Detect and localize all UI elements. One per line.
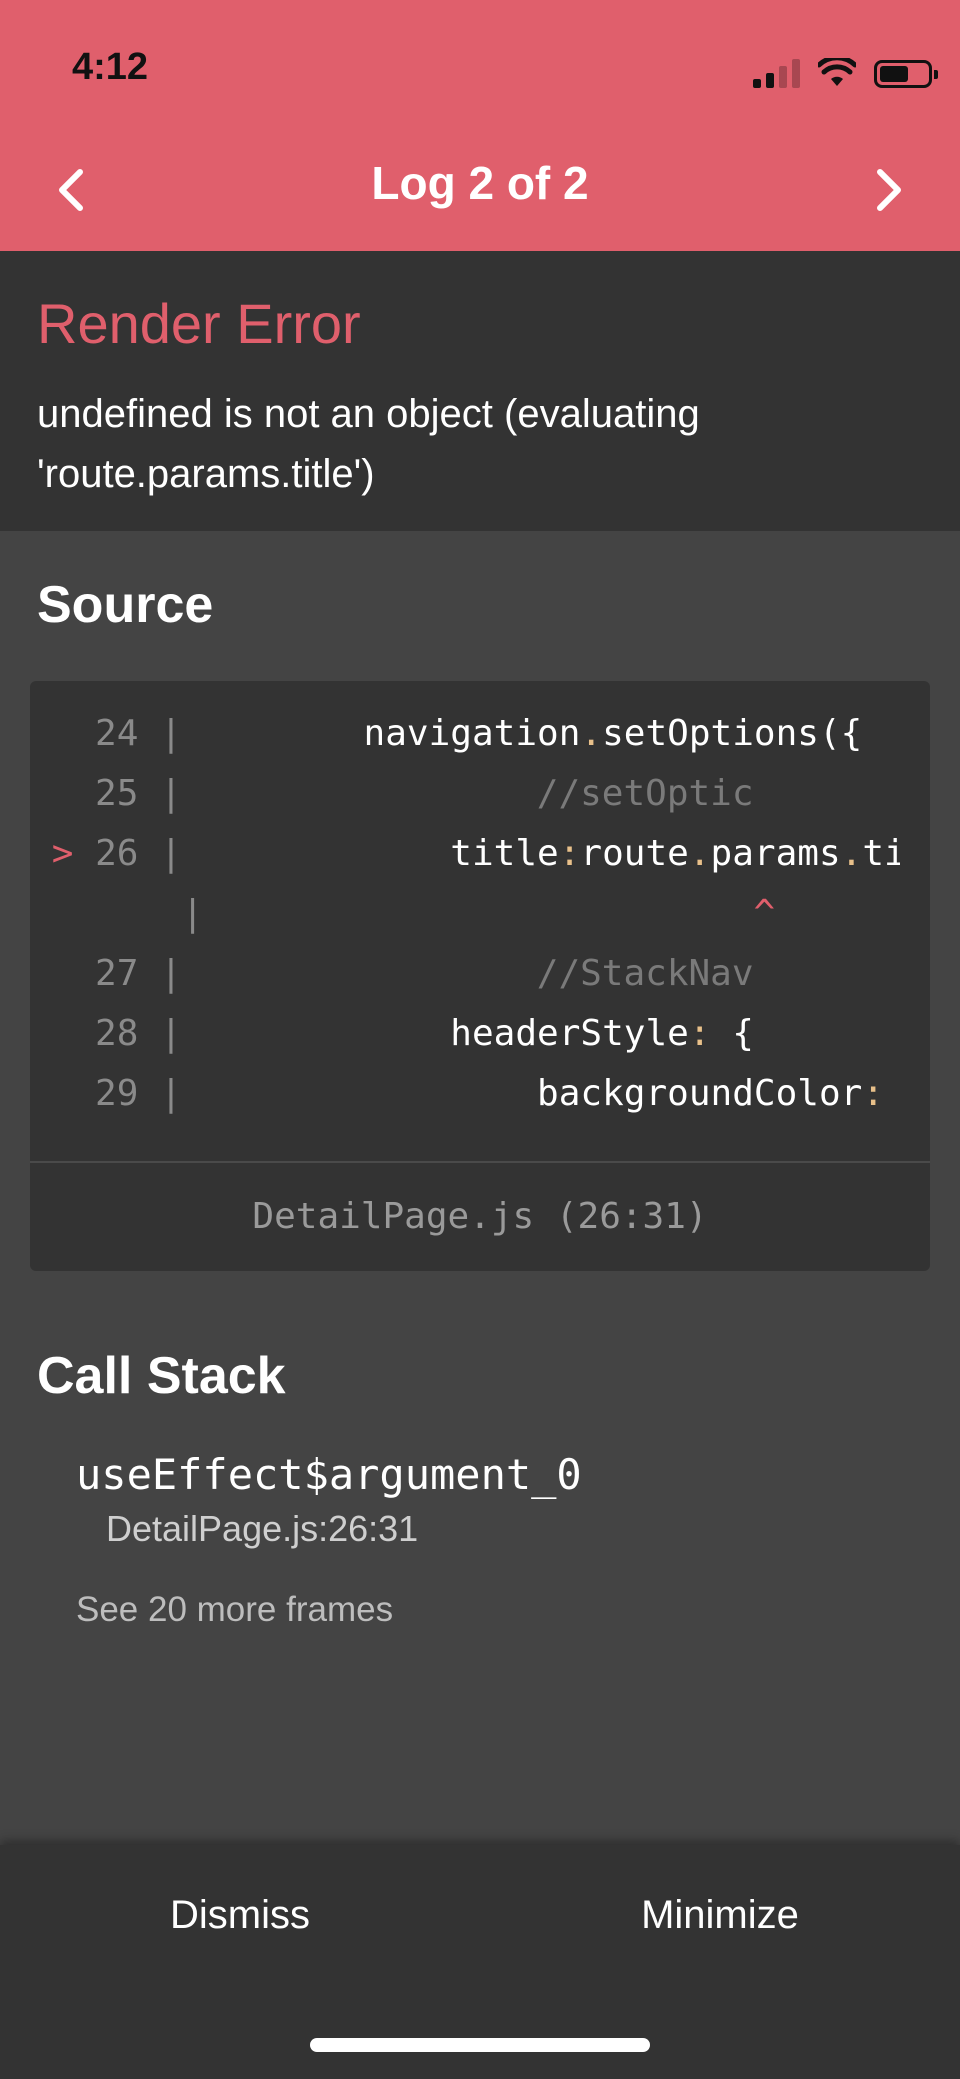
error-message: undefined is not an object (evaluating '… xyxy=(37,392,700,496)
code-text: backgroundColor: xyxy=(537,1072,884,1114)
call-stack-heading: Call Stack xyxy=(37,1347,286,1405)
code-text: //StackNav xyxy=(190,952,754,994)
home-indicator[interactable] xyxy=(310,2038,650,2052)
error-caret: ^ xyxy=(190,892,776,934)
status-time: 4:12 xyxy=(72,46,149,88)
stack-frame-name[interactable]: useEffect$argument_0 xyxy=(76,1450,582,1499)
line-number: 28 xyxy=(95,1012,139,1054)
cellular-signal-icon xyxy=(753,58,800,88)
dismiss-button[interactable]: Dismiss xyxy=(0,1845,480,1985)
code-text: headerStyle: { xyxy=(450,1012,754,1054)
code-text: //setOptic xyxy=(190,772,754,814)
log-counter-title: Log 2 of 2 xyxy=(371,157,589,209)
source-heading: Source xyxy=(37,576,214,634)
code-text: navigation.setOptions({ xyxy=(363,712,863,754)
line-number: 24 xyxy=(95,712,139,754)
log-header: 4:12 Log 2 of 2 xyxy=(0,0,960,251)
code-line: 29 | backgroundColor: xyxy=(30,1063,900,1123)
status-icons xyxy=(753,54,938,88)
code-line: | ^ xyxy=(30,883,900,943)
code-line: 28 | headerStyle: { xyxy=(30,1003,900,1063)
stack-frame-location: DetailPage.js:26:31 xyxy=(106,1508,419,1549)
code-line: 24 | navigation.setOptions({ xyxy=(30,703,900,763)
code-text: title:route.params.ti xyxy=(450,832,900,874)
source-file-location[interactable]: DetailPage.js (26:31) xyxy=(30,1161,930,1271)
chevron-right-icon xyxy=(877,169,901,211)
next-log-button[interactable] xyxy=(858,160,918,220)
line-number: 29 xyxy=(95,1072,139,1114)
wifi-icon xyxy=(818,58,856,86)
line-number: 25 xyxy=(95,772,139,814)
code-line-highlighted: > 26 | title:route.params.ti xyxy=(51,832,900,874)
error-title: Render Error xyxy=(37,292,361,355)
line-number: 27 xyxy=(95,952,139,994)
source-code-box[interactable]: 24 | navigation.setOptions({ 25 | //setO… xyxy=(30,681,930,1271)
code-line: 25 | //setOptic xyxy=(30,763,900,823)
minimize-button[interactable]: Minimize xyxy=(480,1845,960,1985)
code-line: 27 | //StackNav xyxy=(30,943,900,1003)
line-number: 26 xyxy=(95,832,139,874)
footer-bar: Dismiss Minimize xyxy=(0,1845,960,2079)
battery-icon xyxy=(874,60,938,88)
line-marker: > xyxy=(51,832,74,874)
error-summary: Render Error undefined is not an object … xyxy=(0,251,960,531)
code-lines: 24 | navigation.setOptions({ 25 | //setO… xyxy=(30,703,900,1123)
see-more-frames-button[interactable]: See 20 more frames xyxy=(76,1590,393,1630)
